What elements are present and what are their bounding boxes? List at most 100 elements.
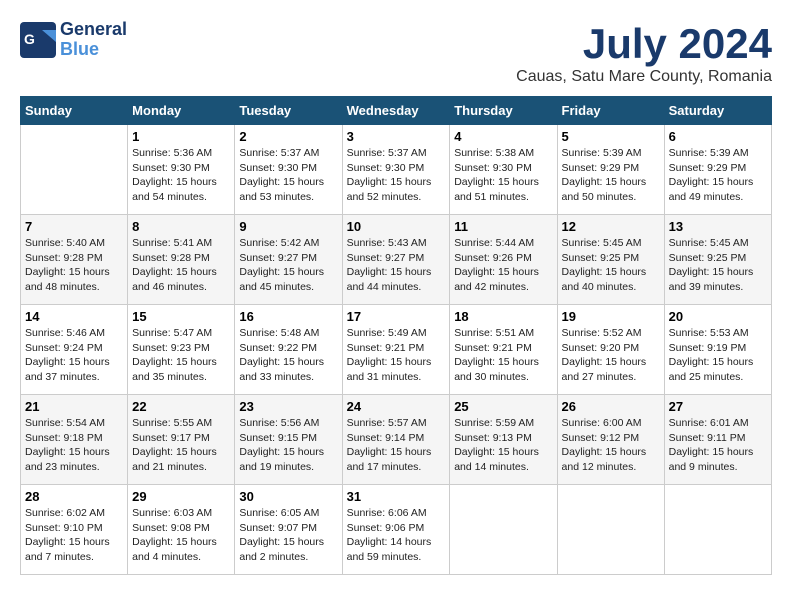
day-number: 23 xyxy=(239,399,337,414)
calendar-week-row: 21Sunrise: 5:54 AM Sunset: 9:18 PM Dayli… xyxy=(21,395,772,485)
calendar-cell: 23 Sunrise: 5:56 AM Sunset: 9:15 PM Dayli… xyxy=(235,395,342,485)
location-title: Cauas, Satu Mare County, Romania xyxy=(516,68,772,86)
day-number: 10 xyxy=(347,219,446,234)
calendar-cell: 25 Sunrise: 5:59 AM Sunset: 9:13 PM Dayli… xyxy=(450,395,557,485)
day-info: Sunrise: 5:48 AM Sunset: 9:22 PM Dayligh… xyxy=(239,326,337,385)
calendar-cell: 14Sunrise: 5:46 AM Sunset: 9:24 PM Dayli… xyxy=(21,305,128,395)
day-info: Sunrise: 5:39 AM Sunset: 9:29 PM Dayligh… xyxy=(562,146,660,205)
day-info: Sunrise: 5:46 AM Sunset: 9:24 PM Dayligh… xyxy=(25,326,123,385)
day-info: Sunrise: 6:02 AM Sunset: 9:10 PM Dayligh… xyxy=(25,506,123,565)
day-info: Sunrise: 5:38 AM Sunset: 9:30 PM Dayligh… xyxy=(454,146,552,205)
logo-general: General xyxy=(60,19,127,39)
weekday-header: Saturday xyxy=(664,97,771,125)
calendar-cell: 18 Sunrise: 5:51 AM Sunset: 9:21 PM Dayli… xyxy=(450,305,557,395)
day-info: Sunrise: 6:06 AM Sunset: 9:06 PM Dayligh… xyxy=(347,506,446,565)
logo-blue: Blue xyxy=(60,39,99,59)
day-info: Sunrise: 5:59 AM Sunset: 9:13 PM Dayligh… xyxy=(454,416,552,475)
calendar-cell: 26 Sunrise: 6:00 AM Sunset: 9:12 PM Dayli… xyxy=(557,395,664,485)
logo-icon: G xyxy=(20,22,56,58)
calendar-cell xyxy=(450,485,557,575)
day-info: Sunrise: 6:05 AM Sunset: 9:07 PM Dayligh… xyxy=(239,506,337,565)
calendar-week-row: 7Sunrise: 5:40 AM Sunset: 9:28 PM Daylig… xyxy=(21,215,772,305)
day-number: 1 xyxy=(132,129,230,144)
calendar-cell: 17 Sunrise: 5:49 AM Sunset: 9:21 PM Dayli… xyxy=(342,305,450,395)
weekday-header: Monday xyxy=(128,97,235,125)
day-number: 21 xyxy=(25,399,123,414)
calendar-cell: 21Sunrise: 5:54 AM Sunset: 9:18 PM Dayli… xyxy=(21,395,128,485)
day-number: 2 xyxy=(239,129,337,144)
day-number: 17 xyxy=(347,309,446,324)
weekday-header: Thursday xyxy=(450,97,557,125)
day-number: 4 xyxy=(454,129,552,144)
day-info: Sunrise: 5:51 AM Sunset: 9:21 PM Dayligh… xyxy=(454,326,552,385)
calendar-cell: 4 Sunrise: 5:38 AM Sunset: 9:30 PM Daylig… xyxy=(450,125,557,215)
day-number: 25 xyxy=(454,399,552,414)
page-header: G General Blue July 2024 Cauas, Satu Mar… xyxy=(20,20,772,86)
calendar-cell xyxy=(21,125,128,215)
day-number: 3 xyxy=(347,129,446,144)
day-info: Sunrise: 5:57 AM Sunset: 9:14 PM Dayligh… xyxy=(347,416,446,475)
day-info: Sunrise: 5:39 AM Sunset: 9:29 PM Dayligh… xyxy=(669,146,767,205)
calendar-cell: 29Sunrise: 6:03 AM Sunset: 9:08 PM Dayli… xyxy=(128,485,235,575)
day-info: Sunrise: 5:42 AM Sunset: 9:27 PM Dayligh… xyxy=(239,236,337,295)
weekday-header: Wednesday xyxy=(342,97,450,125)
calendar-cell: 10Sunrise: 5:43 AM Sunset: 9:27 PM Dayli… xyxy=(342,215,450,305)
weekday-header: Sunday xyxy=(21,97,128,125)
day-number: 8 xyxy=(132,219,230,234)
day-number: 30 xyxy=(239,489,337,504)
calendar-cell: 24 Sunrise: 5:57 AM Sunset: 9:14 PM Dayli… xyxy=(342,395,450,485)
calendar-cell: 15Sunrise: 5:47 AM Sunset: 9:23 PM Dayli… xyxy=(128,305,235,395)
day-number: 6 xyxy=(669,129,767,144)
day-number: 19 xyxy=(562,309,660,324)
day-info: Sunrise: 5:37 AM Sunset: 9:30 PM Dayligh… xyxy=(239,146,337,205)
calendar-cell: 5Sunrise: 5:39 AM Sunset: 9:29 PM Daylig… xyxy=(557,125,664,215)
day-number: 28 xyxy=(25,489,123,504)
day-info: Sunrise: 5:49 AM Sunset: 9:21 PM Dayligh… xyxy=(347,326,446,385)
calendar-cell: 9 Sunrise: 5:42 AM Sunset: 9:27 PM Daylig… xyxy=(235,215,342,305)
calendar-cell: 11 Sunrise: 5:44 AM Sunset: 9:26 PM Dayli… xyxy=(450,215,557,305)
day-info: Sunrise: 5:44 AM Sunset: 9:26 PM Dayligh… xyxy=(454,236,552,295)
calendar-cell: 22Sunrise: 5:55 AM Sunset: 9:17 PM Dayli… xyxy=(128,395,235,485)
day-info: Sunrise: 6:00 AM Sunset: 9:12 PM Dayligh… xyxy=(562,416,660,475)
calendar-cell: 30 Sunrise: 6:05 AM Sunset: 9:07 PM Dayli… xyxy=(235,485,342,575)
day-number: 11 xyxy=(454,219,552,234)
calendar-cell: 20Sunrise: 5:53 AM Sunset: 9:19 PM Dayli… xyxy=(664,305,771,395)
calendar-cell xyxy=(557,485,664,575)
day-number: 18 xyxy=(454,309,552,324)
day-info: Sunrise: 6:01 AM Sunset: 9:11 PM Dayligh… xyxy=(669,416,767,475)
day-info: Sunrise: 5:37 AM Sunset: 9:30 PM Dayligh… xyxy=(347,146,446,205)
calendar-cell: 1 Sunrise: 5:36 AM Sunset: 9:30 PM Daylig… xyxy=(128,125,235,215)
day-number: 15 xyxy=(132,309,230,324)
day-info: Sunrise: 5:45 AM Sunset: 9:25 PM Dayligh… xyxy=(669,236,767,295)
day-info: Sunrise: 5:56 AM Sunset: 9:15 PM Dayligh… xyxy=(239,416,337,475)
weekday-header: Friday xyxy=(557,97,664,125)
day-number: 24 xyxy=(347,399,446,414)
calendar-cell: 16Sunrise: 5:48 AM Sunset: 9:22 PM Dayli… xyxy=(235,305,342,395)
day-number: 13 xyxy=(669,219,767,234)
logo: G General Blue xyxy=(20,20,127,60)
day-number: 22 xyxy=(132,399,230,414)
calendar-week-row: 14Sunrise: 5:46 AM Sunset: 9:24 PM Dayli… xyxy=(21,305,772,395)
calendar-cell: 13 Sunrise: 5:45 AM Sunset: 9:25 PM Dayli… xyxy=(664,215,771,305)
month-title: July 2024 xyxy=(516,20,772,68)
calendar-cell xyxy=(664,485,771,575)
day-info: Sunrise: 5:52 AM Sunset: 9:20 PM Dayligh… xyxy=(562,326,660,385)
day-number: 20 xyxy=(669,309,767,324)
calendar-week-row: 28 Sunrise: 6:02 AM Sunset: 9:10 PM Dayli… xyxy=(21,485,772,575)
calendar-cell: 27Sunrise: 6:01 AM Sunset: 9:11 PM Dayli… xyxy=(664,395,771,485)
calendar-table: SundayMondayTuesdayWednesdayThursdayFrid… xyxy=(20,96,772,575)
title-area: July 2024 Cauas, Satu Mare County, Roman… xyxy=(516,20,772,86)
calendar-cell: 6 Sunrise: 5:39 AM Sunset: 9:29 PM Daylig… xyxy=(664,125,771,215)
calendar-cell: 2 Sunrise: 5:37 AM Sunset: 9:30 PM Daylig… xyxy=(235,125,342,215)
weekday-header-row: SundayMondayTuesdayWednesdayThursdayFrid… xyxy=(21,97,772,125)
day-info: Sunrise: 5:36 AM Sunset: 9:30 PM Dayligh… xyxy=(132,146,230,205)
day-info: Sunrise: 5:40 AM Sunset: 9:28 PM Dayligh… xyxy=(25,236,123,295)
day-info: Sunrise: 5:41 AM Sunset: 9:28 PM Dayligh… xyxy=(132,236,230,295)
day-number: 31 xyxy=(347,489,446,504)
day-number: 26 xyxy=(562,399,660,414)
day-number: 12 xyxy=(562,219,660,234)
calendar-cell: 12Sunrise: 5:45 AM Sunset: 9:25 PM Dayli… xyxy=(557,215,664,305)
day-number: 9 xyxy=(239,219,337,234)
calendar-week-row: 1 Sunrise: 5:36 AM Sunset: 9:30 PM Daylig… xyxy=(21,125,772,215)
calendar-cell: 8 Sunrise: 5:41 AM Sunset: 9:28 PM Daylig… xyxy=(128,215,235,305)
